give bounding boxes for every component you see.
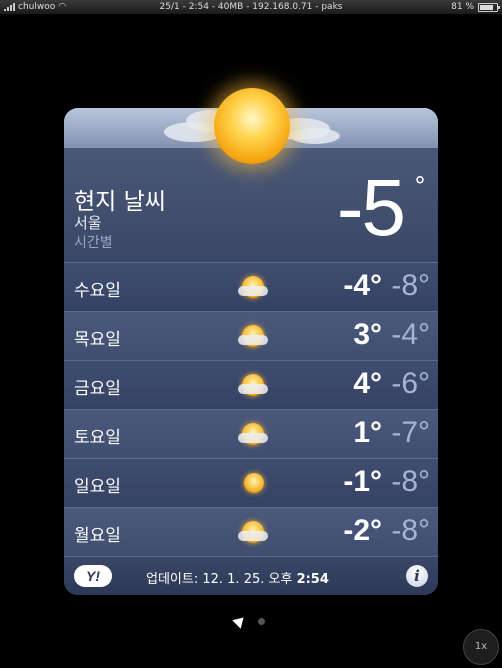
last-updated: 업데이트: 12. 1. 25. 오후 2:54 <box>146 572 329 587</box>
zoom-button[interactable]: 1x <box>463 629 499 665</box>
forecast-day: 토요일 <box>74 428 121 448</box>
forecast-day: 일요일 <box>74 477 121 497</box>
degree-symbol: ° <box>414 172 426 200</box>
forecast-day: 수요일 <box>74 281 121 301</box>
sun-with-clouds-icon <box>150 70 350 180</box>
forecast-high: 4° <box>353 367 382 400</box>
forecast-high: 1° <box>353 416 382 449</box>
forecast-low: -8° <box>391 465 430 498</box>
forecast-row: 수요일 -4° -8° <box>64 262 438 311</box>
forecast-day: 목요일 <box>74 330 121 350</box>
city-name: 서울 <box>74 214 102 232</box>
status-bar: chulwoo ◠ 25/1 - 2:54 - 40MB - 192.168.0… <box>0 0 502 14</box>
widget-footer: Y! 업데이트: 12. 1. 25. 오후 2:54 i <box>64 556 438 595</box>
forecast-row: 일요일 -1° -8° <box>64 458 438 507</box>
forecast-high: -1° <box>343 465 382 498</box>
sun-cloud-icon <box>238 274 268 300</box>
info-button[interactable]: i <box>406 565 428 587</box>
forecast-list: 수요일 -4° -8° 목요일 3° -4° 금요일 4° -6° 토요일 1° -7° 일요일 -1° -… <box>64 262 438 556</box>
sun-cloud-icon <box>238 519 268 545</box>
battery-icon <box>478 2 500 12</box>
yahoo-logo-icon[interactable]: Y! <box>74 565 112 587</box>
forecast-high: -2° <box>343 514 382 547</box>
forecast-row: 토요일 1° -7° <box>64 409 438 458</box>
forecast-low: -8° <box>391 514 430 547</box>
sun-cloud-icon <box>238 372 268 398</box>
location-arrow-icon <box>232 613 248 629</box>
weather-widget[interactable]: 현지 날씨 서울 시간별 -5 ° 수요일 -4° -8° 목요일 3° -4° 금요일 4°… <box>64 108 438 595</box>
forecast-low: -6° <box>391 367 430 400</box>
page-indicator[interactable] <box>232 613 265 629</box>
forecast-high: -4° <box>343 269 382 302</box>
forecast-day: 월요일 <box>74 526 121 546</box>
forecast-row: 월요일 -2° -8° <box>64 507 438 556</box>
status-center-text: 25/1 - 2:54 - 40MB - 192.168.0.71 - paks <box>159 2 343 12</box>
sun-cloud-icon <box>238 421 268 447</box>
forecast-high: 3° <box>353 318 382 351</box>
sun-cloud-icon <box>238 323 268 349</box>
forecast-low: -8° <box>391 269 430 302</box>
page-dot <box>258 617 265 625</box>
forecast-low: -7° <box>391 416 430 449</box>
forecast-low: -4° <box>391 318 430 351</box>
forecast-row: 목요일 3° -4° <box>64 311 438 360</box>
location-title: 현지 날씨 <box>74 189 166 215</box>
sun-icon <box>238 470 268 496</box>
forecast-row: 금요일 4° -6° <box>64 360 438 409</box>
hourly-link[interactable]: 시간별 <box>74 232 113 252</box>
battery-percent: 81 % <box>451 2 474 12</box>
forecast-day: 금요일 <box>74 379 121 399</box>
